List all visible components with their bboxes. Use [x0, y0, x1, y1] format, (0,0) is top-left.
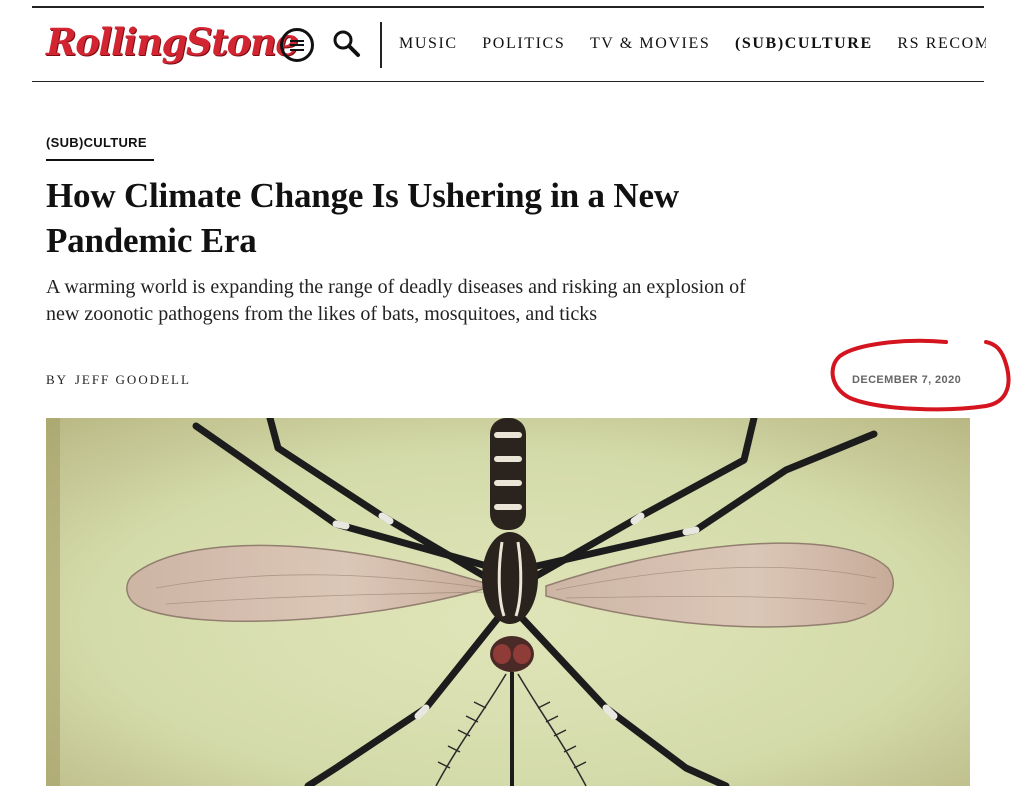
author-link[interactable]: JEFF GOODELL — [75, 372, 191, 387]
header-bottom-border — [32, 81, 984, 82]
nav-item-politics[interactable]: POLITICS — [482, 35, 565, 53]
main-nav: MUSIC POLITICS TV & MOVIES (SUB)CULTURE … — [399, 35, 986, 57]
search-icon[interactable] — [331, 28, 361, 58]
category-link[interactable]: (SUB)CULTURE — [46, 135, 147, 150]
hero-image[interactable] — [46, 418, 970, 786]
byline: BY JEFF GOODELL — [46, 372, 191, 388]
header-top-border — [32, 6, 984, 8]
nav-item-rs-recommends[interactable]: RS RECOMM — [897, 35, 986, 53]
red-circle-annotation — [830, 338, 1011, 412]
byline-prefix: BY — [46, 372, 68, 387]
nav-item-subculture[interactable]: (SUB)CULTURE — [735, 35, 873, 53]
article-headline: How Climate Change Is Ushering in a New … — [46, 176, 679, 260]
mosquito-illustration — [46, 418, 970, 786]
nav-item-music[interactable]: MUSIC — [399, 35, 458, 53]
rolling-stone-logo[interactable]: RollingStone — [46, 20, 299, 64]
article-dek: A warming world is expanding the range o… — [46, 276, 746, 325]
menu-button[interactable] — [280, 28, 314, 62]
menu-icon — [290, 39, 304, 51]
header-divider — [380, 22, 382, 68]
nav-item-tv-movies[interactable]: TV & MOVIES — [590, 35, 710, 53]
category-underline — [46, 159, 154, 161]
